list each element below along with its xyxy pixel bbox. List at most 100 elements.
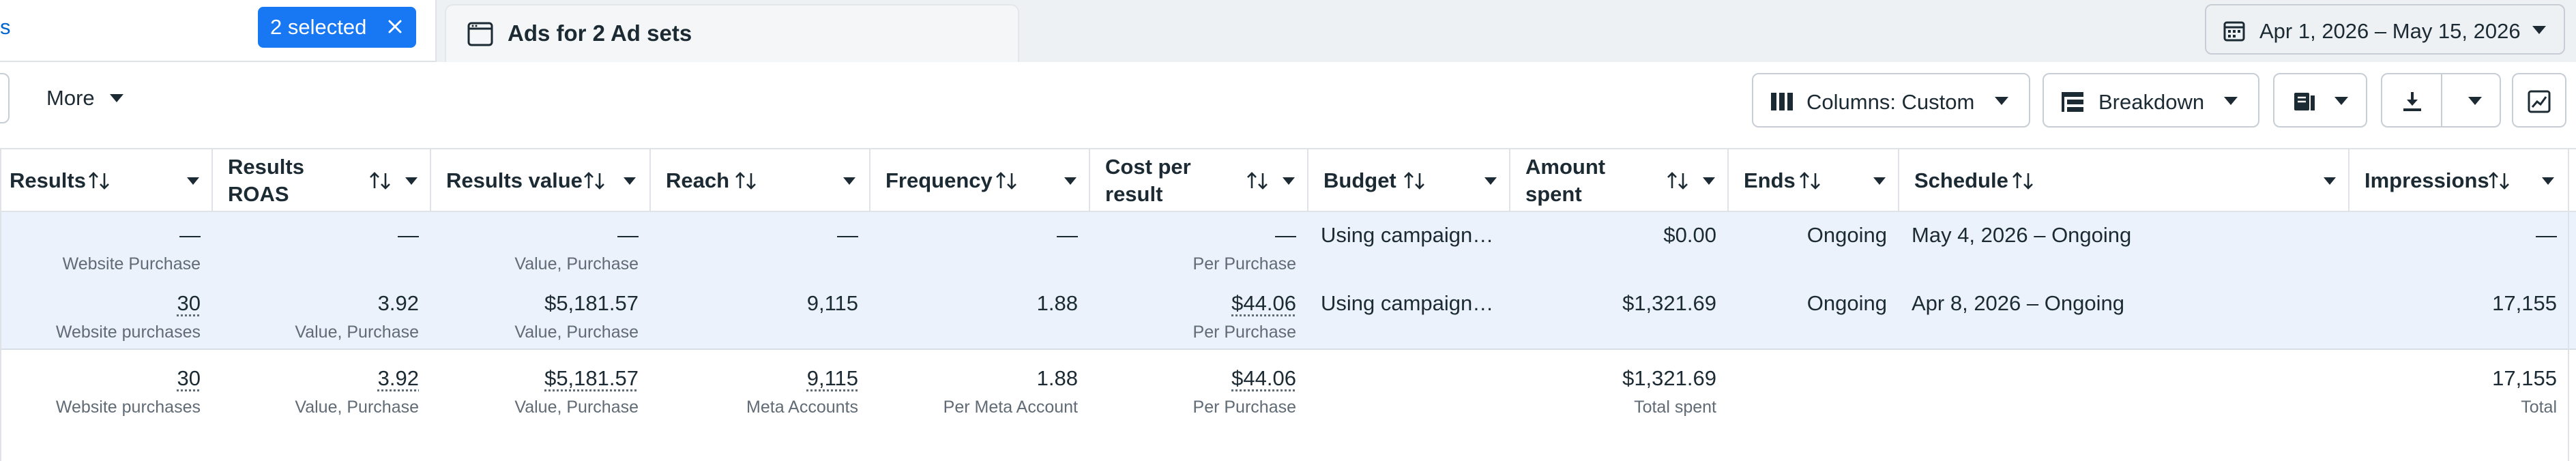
column-header-impressions[interactable]: Impressions bbox=[2350, 149, 2569, 212]
sort-icon[interactable] bbox=[2010, 168, 2036, 194]
total-frequency: 1.88 Per Meta Account bbox=[870, 355, 1090, 423]
cell-subtext: Website purchases bbox=[55, 398, 201, 417]
column-header-label: Results ROAS bbox=[228, 155, 304, 206]
cell-value: — bbox=[398, 223, 419, 247]
sort-icon[interactable] bbox=[2486, 168, 2512, 194]
cell-value: Using campaign… bbox=[1321, 223, 1494, 247]
cell-impressions: — bbox=[2350, 212, 2569, 280]
table-row[interactable]: 30 Website purchases 3.92 Value, Purchas… bbox=[0, 280, 2576, 348]
chevron-down-icon[interactable] bbox=[1873, 177, 1886, 185]
column-header-amount-spent[interactable]: Amount spent bbox=[1510, 149, 1729, 212]
cell-value[interactable]: $5,181.57 bbox=[544, 366, 639, 391]
cell-value: $5,181.57 bbox=[544, 291, 639, 315]
more-label: More bbox=[46, 86, 95, 110]
chart-button[interactable] bbox=[2512, 73, 2566, 128]
column-header-reach[interactable]: Reach bbox=[651, 149, 870, 212]
cell-subtext: Total bbox=[2521, 398, 2557, 417]
table-row[interactable]: — Website Purchase — — Value, Purchase —… bbox=[0, 212, 2576, 280]
chevron-down-icon[interactable] bbox=[624, 177, 636, 185]
chevron-down-icon[interactable] bbox=[2542, 177, 2554, 185]
chevron-down-icon bbox=[1995, 97, 2008, 105]
chevron-down-icon[interactable] bbox=[1703, 177, 1715, 185]
tab-ad-sets[interactable]: s 2 selected bbox=[0, 0, 437, 62]
cell-budget[interactable]: Using campaign… bbox=[1308, 280, 1510, 348]
download-icon[interactable] bbox=[2400, 89, 2425, 114]
date-range-picker[interactable]: Apr 1, 2026 – May 15, 2026 bbox=[2205, 4, 2565, 55]
columns-button[interactable]: Columns: Custom bbox=[1752, 73, 2030, 128]
column-header-results-value[interactable]: Results value bbox=[431, 149, 651, 212]
column-header-label: Schedule bbox=[1914, 168, 2008, 192]
sort-icon[interactable] bbox=[733, 168, 759, 194]
toolbar-left-button[interactable] bbox=[0, 73, 10, 123]
column-header-label: Ends bbox=[1744, 168, 1796, 192]
reports-button[interactable] bbox=[2273, 73, 2367, 128]
cell-value[interactable]: 9,115 bbox=[807, 366, 858, 391]
column-header-label: Results value bbox=[446, 168, 583, 192]
chevron-down-icon[interactable] bbox=[2468, 97, 2482, 105]
table-header: Results Results ROAS Results value Reach… bbox=[0, 148, 2576, 212]
sort-icon[interactable] bbox=[1665, 168, 1690, 194]
cell-value: — bbox=[1275, 223, 1296, 247]
chevron-down-icon[interactable] bbox=[843, 177, 855, 185]
cell-budget[interactable]: Using campaign… bbox=[1308, 212, 1510, 280]
cell-value[interactable]: 3.92 bbox=[378, 366, 419, 391]
cell-value: 17,155 bbox=[2492, 291, 2557, 315]
cell-subtext: Total spent bbox=[1634, 398, 1716, 417]
cell-value[interactable]: $44.06 bbox=[1231, 366, 1296, 391]
cell-value[interactable]: 30 bbox=[177, 366, 201, 391]
cell-value[interactable]: $44.06 bbox=[1231, 291, 1296, 316]
cell-roas: — bbox=[213, 212, 431, 280]
cell-value: Apr 8, 2026 – Ongoing bbox=[1912, 291, 2124, 315]
sort-icon[interactable] bbox=[1797, 168, 1823, 194]
chevron-down-icon[interactable] bbox=[405, 177, 418, 185]
cell-impressions: 17,155 bbox=[2350, 280, 2569, 348]
sort-icon[interactable] bbox=[1244, 168, 1270, 194]
sort-icon[interactable] bbox=[993, 168, 1019, 194]
breakdown-label: Breakdown bbox=[2098, 90, 2205, 114]
chevron-down-icon[interactable] bbox=[1484, 177, 1497, 185]
chevron-down-icon bbox=[2334, 97, 2348, 105]
selected-count-label: 2 selected bbox=[270, 15, 367, 39]
total-roas: 3.92 Value, Purchase bbox=[213, 355, 431, 423]
columns-label: Columns: Custom bbox=[1806, 90, 1975, 114]
ad-tab-icon bbox=[467, 22, 493, 46]
cell-ends: Ongoing bbox=[1729, 280, 1899, 348]
chevron-down-icon bbox=[2224, 97, 2238, 105]
column-header-ends[interactable]: Ends bbox=[1729, 149, 1899, 212]
sort-icon[interactable] bbox=[367, 168, 393, 194]
column-header-budget[interactable]: Budget bbox=[1308, 149, 1510, 212]
cell-value[interactable]: 30 bbox=[177, 291, 201, 316]
column-header-label: Budget bbox=[1323, 168, 1396, 192]
sort-icon[interactable] bbox=[1401, 168, 1427, 194]
chart-icon bbox=[2528, 90, 2551, 113]
breakdown-button[interactable]: Breakdown bbox=[2043, 73, 2259, 128]
chevron-down-icon[interactable] bbox=[187, 177, 199, 185]
close-icon[interactable] bbox=[383, 15, 407, 38]
total-results-value: $5,181.57 Value, Purchase bbox=[431, 355, 651, 423]
column-header-cost-per-result[interactable]: Cost per result bbox=[1090, 149, 1308, 212]
sort-icon[interactable] bbox=[581, 168, 607, 194]
cell-value: 1.88 bbox=[1036, 366, 1078, 390]
more-button[interactable]: More bbox=[31, 73, 141, 123]
total-impressions: 17,155 Total bbox=[2350, 355, 2569, 423]
chevron-down-icon[interactable] bbox=[1283, 177, 1295, 185]
table-toolbar: More Columns: Custom Breakdown bbox=[0, 62, 2576, 148]
column-header-label: Impressions bbox=[2365, 168, 2489, 192]
column-header-results-roas[interactable]: Results ROAS bbox=[213, 149, 431, 212]
cell-frequency: — bbox=[870, 212, 1090, 280]
column-header-label: Reach bbox=[666, 168, 730, 192]
sort-icon[interactable] bbox=[86, 168, 112, 194]
cell-value: Ongoing bbox=[1806, 291, 1887, 315]
column-header-frequency[interactable]: Frequency bbox=[870, 149, 1090, 212]
ads-table: Results Results ROAS Results value Reach… bbox=[0, 148, 2576, 461]
column-header-results[interactable]: Results bbox=[0, 149, 213, 212]
chevron-down-icon[interactable] bbox=[2324, 177, 2336, 185]
cell-subtext: Value, Purchase bbox=[514, 398, 639, 417]
chevron-down-icon bbox=[2532, 26, 2546, 34]
cell-reach: 9,115 bbox=[651, 280, 870, 348]
column-header-schedule[interactable]: Schedule bbox=[1899, 149, 2350, 212]
tab-ads[interactable]: Ads for 2 Ad sets bbox=[445, 4, 1019, 62]
cell-ends: Ongoing bbox=[1729, 212, 1899, 280]
chevron-down-icon[interactable] bbox=[1064, 177, 1077, 185]
cell-subtext: Per Purchase bbox=[1192, 254, 1296, 273]
